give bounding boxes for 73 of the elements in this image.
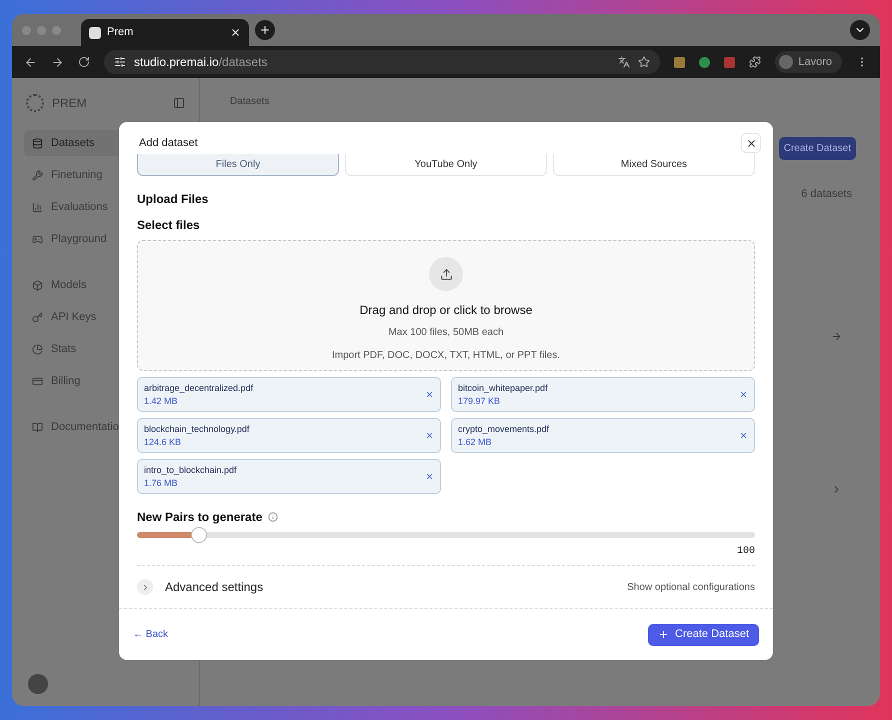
bookmark-icon[interactable] <box>638 56 650 68</box>
file-size: 124.6 KB <box>144 436 182 448</box>
field-label: Select files <box>137 217 201 234</box>
pie-chart-icon <box>32 344 43 354</box>
url-text: studio.premai.io/datasets <box>134 54 268 71</box>
profile-button[interactable]: Lavoro <box>775 51 842 73</box>
advanced-settings-hint: Show optional configurations <box>627 580 755 594</box>
remove-file-icon[interactable] <box>425 390 434 399</box>
create-dataset-button[interactable]: Create Dataset <box>778 137 856 160</box>
file-size: 179.97 KB <box>458 394 502 408</box>
file-name: blockchain_technology.pdf <box>144 422 250 436</box>
back-icon[interactable] <box>24 56 37 68</box>
logo-icon <box>26 94 44 112</box>
forward-icon[interactable] <box>51 56 64 68</box>
brand-name: PREM <box>52 95 88 112</box>
dropzone-formats: Import PDF, DOC, DOCX, TXT, HTML, or PPT files. <box>332 349 560 363</box>
favicon-icon <box>89 26 101 38</box>
tab-title: Prem <box>107 25 134 40</box>
sidebar-toggle-icon[interactable] <box>173 97 185 109</box>
site-settings-icon[interactable] <box>114 56 126 68</box>
close-icon <box>746 138 756 148</box>
source-tab[interactable]: Files Only <box>137 154 339 176</box>
extension-icon[interactable] <box>724 56 736 68</box>
file-name: bitcoin_whitepaper.pdf <box>458 382 549 394</box>
browser-tab[interactable]: Prem <box>81 19 249 46</box>
chart-icon <box>32 202 43 212</box>
remove-file-icon[interactable] <box>739 431 748 440</box>
card-icon <box>32 376 43 386</box>
back-link[interactable]: ← Back <box>133 627 168 642</box>
remove-file-icon[interactable] <box>425 431 434 440</box>
remove-file-icon[interactable] <box>425 472 434 481</box>
breadcrumb[interactable]: Datasets <box>230 94 856 109</box>
pairs-label: New Pairs to generate <box>137 509 262 526</box>
file-name: intro_to_blockchain.pdf <box>144 464 238 476</box>
dropzone-title: Drag and drop or click to browse <box>360 302 532 319</box>
file-name: arbitrage_decentralized.pdf <box>144 382 254 394</box>
dataset-count: 6 datasets <box>801 187 852 202</box>
plus-icon <box>658 629 670 640</box>
extension-icon[interactable] <box>699 56 710 68</box>
database-icon <box>32 138 43 148</box>
address-bar[interactable]: studio.premai.io/datasets <box>104 50 660 74</box>
gamepad-icon <box>32 234 43 244</box>
advanced-settings-label: Advanced settings <box>165 579 264 596</box>
file-size: 1.42 MB <box>144 394 179 408</box>
arrow-icon[interactable] <box>831 330 842 342</box>
close-button[interactable] <box>741 133 761 153</box>
pairs-value: 100 <box>736 545 755 559</box>
new-tab-button[interactable] <box>255 20 275 40</box>
remove-file-icon[interactable] <box>739 390 748 399</box>
wrench-icon <box>32 170 43 180</box>
reload-icon[interactable] <box>78 56 90 68</box>
tab-search-button[interactable] <box>850 20 870 40</box>
extension-icon[interactable] <box>674 56 686 68</box>
close-icon[interactable] <box>230 27 241 38</box>
create-dataset-button[interactable]: Create Dataset <box>648 624 759 646</box>
box-icon <box>32 280 43 290</box>
key-icon <box>32 312 43 322</box>
source-tab[interactable]: Mixed Sources <box>553 154 755 176</box>
advanced-settings-toggle[interactable]: Advanced settings Show optional configurations <box>137 566 755 608</box>
plus-icon <box>259 24 271 36</box>
section-title: Upload Files <box>137 191 210 208</box>
file-dropzone[interactable]: Drag and drop or click to browse Max 100 files, 50MB each Import PDF, DOC, DOCX, TXT, HTML, or PPT files. <box>137 240 755 371</box>
dropzone-limit: Max 100 files, 50MB each <box>388 326 504 340</box>
file-size: 1.76 MB <box>144 476 179 490</box>
book-icon <box>32 422 43 432</box>
extensions-icon[interactable] <box>749 56 762 68</box>
source-tab[interactable]: YouTube Only <box>345 154 547 176</box>
upload-icon <box>429 257 463 291</box>
file-size: 1.62 MB <box>458 436 493 448</box>
info-icon[interactable] <box>268 512 278 522</box>
file-name: crypto_movements.pdf <box>458 422 550 436</box>
slider-thumb[interactable] <box>190 527 207 543</box>
translate-icon[interactable] <box>618 56 630 68</box>
